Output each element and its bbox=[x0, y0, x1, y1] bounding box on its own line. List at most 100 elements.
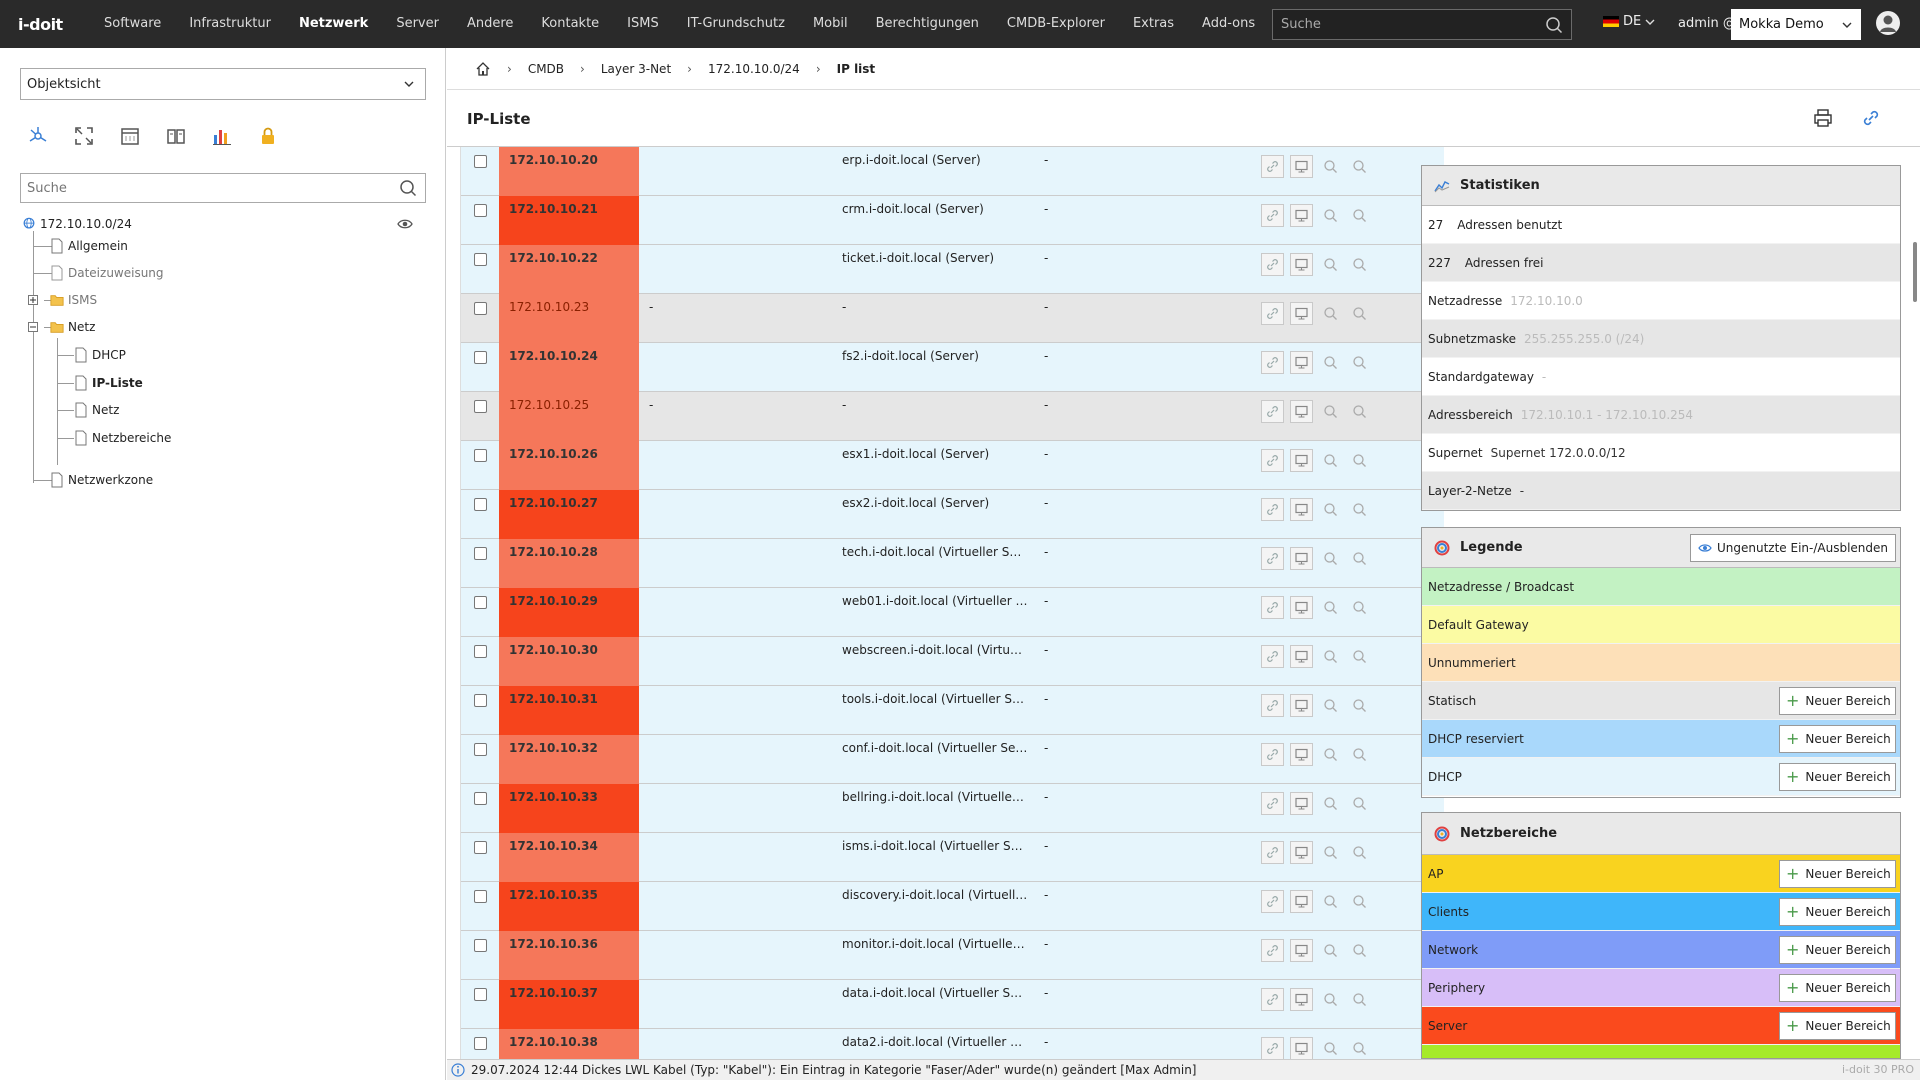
nslookup-search-icon[interactable] bbox=[1348, 253, 1371, 276]
new-range-button[interactable]: + Neuer Bereich bbox=[1779, 1012, 1896, 1040]
ping-search-icon[interactable] bbox=[1319, 449, 1342, 472]
row-checkbox[interactable] bbox=[474, 939, 487, 952]
row-checkbox[interactable] bbox=[474, 253, 487, 266]
connect-icon[interactable] bbox=[1261, 547, 1284, 570]
tree-item-netz-folder[interactable]: Netz bbox=[50, 316, 95, 338]
expand-plus-icon[interactable] bbox=[28, 295, 38, 305]
row-checkbox[interactable] bbox=[474, 204, 487, 217]
nav-item-andere[interactable]: Andere bbox=[453, 0, 527, 48]
monitor-icon[interactable] bbox=[1290, 547, 1313, 570]
new-range-button[interactable]: + Neuer Bereich bbox=[1779, 936, 1896, 964]
scrollbar[interactable] bbox=[1913, 242, 1917, 302]
view-select[interactable]: Objektsicht bbox=[20, 68, 426, 100]
tree-item-netzbereiche[interactable]: Netzbereiche bbox=[74, 427, 171, 449]
ping-search-icon[interactable] bbox=[1319, 694, 1342, 717]
eye-icon[interactable] bbox=[397, 218, 413, 230]
assigned-object-cell[interactable]: isms.i-doit.local (Virtueller Server) bbox=[842, 839, 1028, 853]
assigned-object-cell[interactable]: fs2.i-doit.local (Server) bbox=[842, 349, 1028, 363]
new-range-button[interactable]: + Neuer Bereich bbox=[1779, 860, 1896, 888]
monitor-icon[interactable] bbox=[1290, 204, 1313, 227]
connect-icon[interactable] bbox=[1261, 596, 1284, 619]
connect-icon[interactable] bbox=[1261, 694, 1284, 717]
table-row[interactable]: 172.10.10.20 erp.i-doit.local (Server) - bbox=[461, 147, 1444, 196]
ping-search-icon[interactable] bbox=[1319, 890, 1342, 913]
assigned-object-cell[interactable]: data2.i-doit.local (Virtueller Ser... bbox=[842, 1035, 1028, 1049]
table-row[interactable]: 172.10.10.32 conf.i-doit.local (Virtuelle… bbox=[461, 735, 1444, 784]
monitor-icon[interactable] bbox=[1290, 743, 1313, 766]
assigned-object-cell[interactable]: - bbox=[842, 398, 1028, 412]
new-range-button[interactable]: + Neuer Bereich bbox=[1779, 898, 1896, 926]
ip-address-cell[interactable]: 172.10.10.23 bbox=[499, 294, 639, 343]
ping-search-icon[interactable] bbox=[1319, 596, 1342, 619]
row-checkbox[interactable] bbox=[474, 302, 487, 315]
nav-item-add-ons[interactable]: Add-ons bbox=[1188, 0, 1269, 48]
row-checkbox[interactable] bbox=[474, 645, 487, 658]
breadcrumb-item[interactable]: CMDB bbox=[528, 62, 564, 76]
assigned-object-cell[interactable]: data.i-doit.local (Virtueller Serv... bbox=[842, 986, 1028, 1000]
nav-item-netzwerk[interactable]: Netzwerk bbox=[285, 0, 382, 48]
nav-item-software[interactable]: Software bbox=[90, 0, 175, 48]
toggle-unused-button[interactable]: Ungenutzte Ein-/Ausblenden bbox=[1689, 534, 1896, 562]
connect-icon[interactable] bbox=[1261, 253, 1284, 276]
new-range-button[interactable]: + Neuer Bereich bbox=[1779, 763, 1896, 791]
ip-address-cell[interactable]: 172.10.10.35 bbox=[499, 882, 639, 931]
ping-search-icon[interactable] bbox=[1319, 988, 1342, 1011]
assigned-object-cell[interactable]: ticket.i-doit.local (Server) bbox=[842, 251, 1028, 265]
nslookup-search-icon[interactable] bbox=[1348, 547, 1371, 570]
table-row[interactable]: 172.10.10.29 web01.i-doit.local (Virtuell… bbox=[461, 588, 1444, 637]
ip-address-cell[interactable]: 172.10.10.36 bbox=[499, 931, 639, 980]
monitor-icon[interactable] bbox=[1290, 400, 1313, 423]
table-row[interactable]: 172.10.10.35 discovery.i-doit.local (Virt… bbox=[461, 882, 1444, 931]
ip-address-cell[interactable]: 172.10.10.31 bbox=[499, 686, 639, 735]
row-checkbox[interactable] bbox=[474, 841, 487, 854]
language-select[interactable]: DE bbox=[1603, 14, 1655, 29]
connect-icon[interactable] bbox=[1261, 498, 1284, 521]
link-icon[interactable] bbox=[1860, 107, 1882, 129]
nav-item-isms[interactable]: ISMS bbox=[613, 0, 673, 48]
table-row[interactable]: 172.10.10.21 crm.i-doit.local (Server) - bbox=[461, 196, 1444, 245]
table-row[interactable]: 172.10.10.33 bellring.i-doit.local (Virtu… bbox=[461, 784, 1444, 833]
monitor-icon[interactable] bbox=[1290, 351, 1313, 374]
tree-item-netz[interactable]: Netz bbox=[74, 399, 119, 421]
assigned-object-cell[interactable]: - bbox=[842, 300, 1028, 314]
tree-root[interactable]: 172.10.10.0/24 bbox=[22, 213, 132, 235]
nslookup-search-icon[interactable] bbox=[1348, 841, 1371, 864]
relations-icon[interactable] bbox=[26, 124, 50, 148]
connect-icon[interactable] bbox=[1261, 841, 1284, 864]
assigned-object-cell[interactable]: esx2.i-doit.local (Server) bbox=[842, 496, 1028, 510]
row-checkbox[interactable] bbox=[474, 498, 487, 511]
monitor-icon[interactable] bbox=[1290, 596, 1313, 619]
ping-search-icon[interactable] bbox=[1319, 204, 1342, 227]
user-avatar-icon[interactable] bbox=[1876, 11, 1900, 35]
top-search-input[interactable] bbox=[1273, 17, 1545, 32]
connect-icon[interactable] bbox=[1261, 204, 1284, 227]
ping-search-icon[interactable] bbox=[1319, 498, 1342, 521]
sidebar-search[interactable] bbox=[20, 173, 426, 203]
search-icon[interactable] bbox=[1545, 16, 1563, 34]
monitor-icon[interactable] bbox=[1290, 449, 1313, 472]
nav-item-server[interactable]: Server bbox=[382, 0, 453, 48]
nslookup-search-icon[interactable] bbox=[1348, 743, 1371, 766]
connect-icon[interactable] bbox=[1261, 743, 1284, 766]
assigned-object-cell[interactable]: webscreen.i-doit.local (Virtuelle... bbox=[842, 643, 1028, 657]
ip-address-cell[interactable]: 172.10.10.34 bbox=[499, 833, 639, 882]
ping-search-icon[interactable] bbox=[1319, 792, 1342, 815]
nav-item-extras[interactable]: Extras bbox=[1119, 0, 1188, 48]
ip-address-cell[interactable]: 172.10.10.30 bbox=[499, 637, 639, 686]
connect-icon[interactable] bbox=[1261, 988, 1284, 1011]
assigned-object-cell[interactable]: crm.i-doit.local (Server) bbox=[842, 202, 1028, 216]
table-row[interactable]: 172.10.10.36 monitor.i-doit.local (Virtue… bbox=[461, 931, 1444, 980]
nslookup-search-icon[interactable] bbox=[1348, 596, 1371, 619]
nslookup-search-icon[interactable] bbox=[1348, 204, 1371, 227]
assigned-object-cell[interactable]: monitor.i-doit.local (Virtueller S... bbox=[842, 937, 1028, 951]
monitor-icon[interactable] bbox=[1290, 1037, 1313, 1059]
row-checkbox[interactable] bbox=[474, 547, 487, 560]
chart-icon[interactable] bbox=[210, 124, 234, 148]
table-row[interactable]: 172.10.10.25- - - bbox=[461, 392, 1444, 441]
nav-item-infrastruktur[interactable]: Infrastruktur bbox=[175, 0, 285, 48]
table-row[interactable]: 172.10.10.26 esx1.i-doit.local (Server) - bbox=[461, 441, 1444, 490]
monitor-icon[interactable] bbox=[1290, 498, 1313, 521]
table-row[interactable]: 172.10.10.23- - - bbox=[461, 294, 1444, 343]
book-icon[interactable] bbox=[164, 124, 188, 148]
ip-address-cell[interactable]: 172.10.10.25 bbox=[499, 392, 639, 441]
